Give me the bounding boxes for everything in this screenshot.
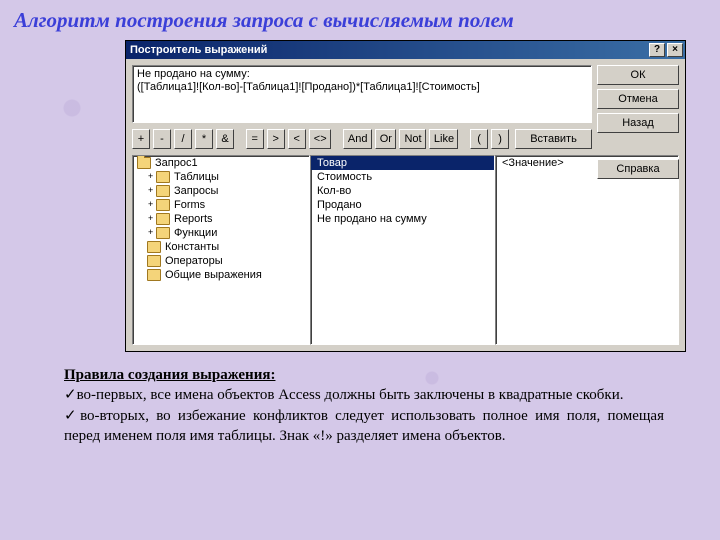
expression-textarea[interactable]: Не продано на сумму: ([Таблица1]![Кол-во… (132, 65, 592, 123)
op-ne[interactable]: <> (309, 129, 331, 149)
page-title: Алгоритм построения запроса с вычисляемы… (0, 0, 720, 39)
op-eq[interactable]: = (246, 129, 264, 149)
tree-item-label: Запрос1 (155, 157, 198, 169)
op-mul[interactable]: * (195, 129, 213, 149)
op-or[interactable]: Or (375, 129, 397, 149)
rule-2: во-вторых, во избежание конфликтов следу… (64, 408, 664, 444)
back-button[interactable]: Назад (597, 113, 679, 133)
folder-icon (156, 185, 170, 197)
folder-icon (156, 171, 170, 183)
tree-item-label: Forms (174, 199, 205, 211)
tree-item[interactable]: Forms (133, 198, 309, 212)
tree-item-label: Reports (174, 213, 213, 225)
folder-icon (137, 157, 151, 169)
op-minus[interactable]: - (153, 129, 171, 149)
value-list[interactable]: <Значение> (495, 155, 679, 345)
op-gt[interactable]: > (267, 129, 285, 149)
folder-icon (156, 199, 170, 211)
tree-item-label: Общие выражения (165, 269, 262, 281)
field-item[interactable]: Кол-во (311, 184, 494, 198)
help-button[interactable]: Справка (597, 159, 679, 179)
tree-item[interactable]: Запросы (133, 184, 309, 198)
tree-item-label: Функции (174, 227, 217, 239)
tree-item[interactable]: Таблицы (133, 170, 309, 184)
tree-item[interactable]: Константы (133, 240, 309, 254)
ok-button[interactable]: ОК (597, 65, 679, 85)
folder-icon (156, 227, 170, 239)
operator-toolbar: + - / * & = > < <> And Or Not Like ( ) В… (132, 129, 592, 149)
field-item[interactable]: Стоимость (311, 170, 494, 184)
help-icon[interactable]: ? (649, 43, 665, 57)
folder-icon (156, 213, 170, 225)
op-like[interactable]: Like (429, 129, 458, 149)
cancel-button[interactable]: Отмена (597, 89, 679, 109)
op-div[interactable]: / (174, 129, 192, 149)
dialog-title: Построитель выражений (130, 44, 267, 56)
close-icon[interactable]: × (667, 43, 683, 57)
tree-item-label: Таблицы (174, 171, 219, 183)
field-item[interactable]: Товар (311, 156, 494, 170)
titlebar: Построитель выражений ? × (126, 41, 685, 59)
field-item[interactable]: Не продано на сумму (311, 212, 494, 226)
tree-item[interactable]: Общие выражения (133, 268, 309, 282)
expression-builder-dialog: Построитель выражений ? × Не продано на … (125, 40, 686, 352)
op-not[interactable]: Not (399, 129, 425, 149)
op-plus[interactable]: + (132, 129, 150, 149)
object-tree[interactable]: Запрос1 Таблицы Запросы Forms Reports Функции… (132, 155, 310, 345)
tree-item-label: Операторы (165, 255, 223, 267)
check-icon: ✓ (64, 407, 80, 424)
folder-icon (147, 269, 161, 281)
tree-item[interactable]: Запрос1 (133, 156, 309, 170)
rule-1: во-первых, все имена объектов Access дол… (77, 387, 624, 403)
folder-icon (147, 255, 161, 267)
folder-icon (147, 241, 161, 253)
field-item[interactable]: Продано (311, 198, 494, 212)
tree-item[interactable]: Reports (133, 212, 309, 226)
op-amp[interactable]: & (216, 129, 234, 149)
tree-item[interactable]: Функции (133, 226, 309, 240)
check-icon: ✓ (64, 386, 77, 403)
tree-item-label: Запросы (174, 185, 218, 197)
rules-text: Правила создания выражения: ✓во-первых, … (64, 365, 664, 446)
tree-item[interactable]: Операторы (133, 254, 309, 268)
rules-heading: Правила создания выражения: (64, 367, 275, 383)
op-lt[interactable]: < (288, 129, 306, 149)
tree-item-label: Константы (165, 241, 219, 253)
field-list[interactable]: ТоварСтоимостьКол-воПроданоНе продано на… (310, 155, 495, 345)
insert-button[interactable]: Вставить (515, 129, 592, 149)
op-and[interactable]: And (343, 129, 372, 149)
op-lparen[interactable]: ( (470, 129, 488, 149)
op-rparen[interactable]: ) (491, 129, 509, 149)
